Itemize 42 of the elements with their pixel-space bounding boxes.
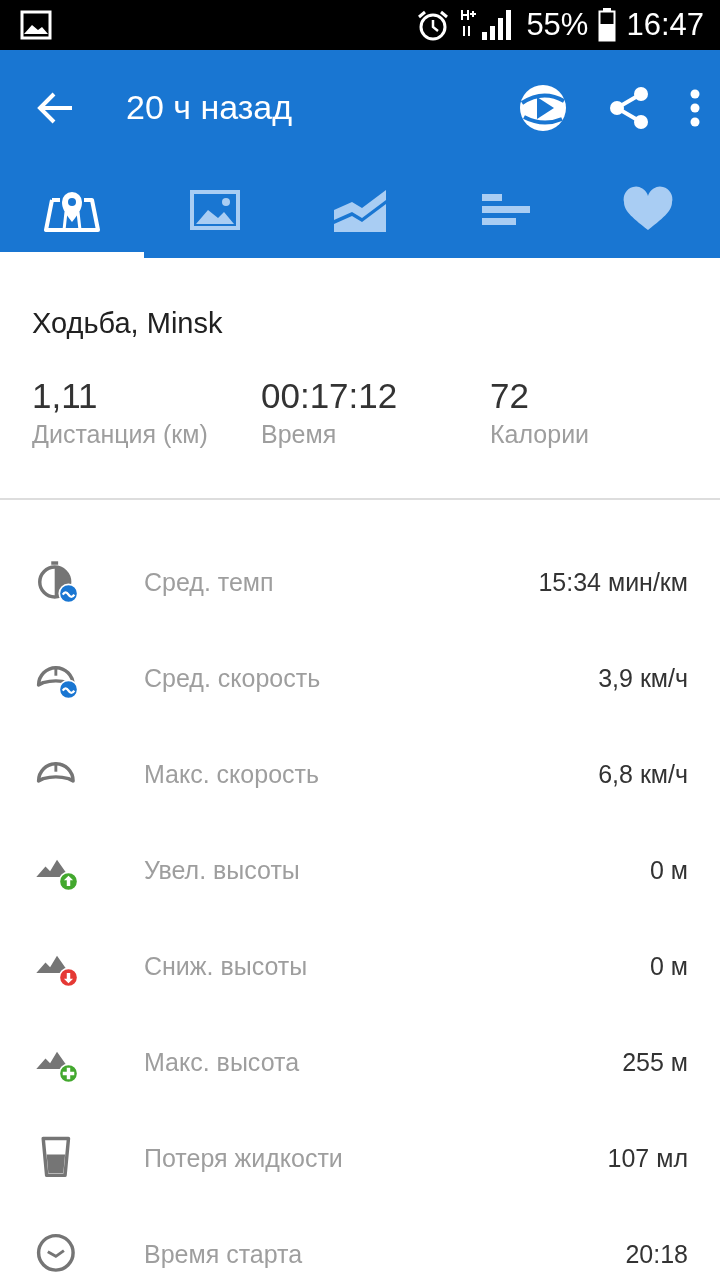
activity-title: Ходьба, Minsk <box>32 306 223 340</box>
stat-value: 107 мл <box>607 1143 688 1173</box>
stat-label: Сред. темп <box>144 567 275 597</box>
bar-list-icon <box>482 193 530 225</box>
stat-label: Макс. высота <box>144 1047 301 1077</box>
heart-icon <box>623 186 673 230</box>
battery-percent: 55% <box>526 7 589 43</box>
stat-label: Время старта <box>144 1239 304 1269</box>
back-arrow-icon <box>36 90 74 125</box>
summary-label: Время <box>261 420 338 449</box>
alarm-icon <box>416 9 451 41</box>
stat-label: Увел. высоты <box>144 855 301 885</box>
more-icon <box>690 88 700 127</box>
area-chart-icon <box>334 189 386 232</box>
share-icon <box>608 85 650 130</box>
summary-value: 00:17:12 <box>261 376 399 416</box>
map-pin-icon <box>44 191 100 232</box>
stat-label: Сниж. высоты <box>144 951 309 981</box>
image-icon <box>190 189 240 230</box>
more-button[interactable] <box>690 88 700 127</box>
stat-value: 0 м <box>649 951 688 981</box>
battery-icon <box>598 8 617 42</box>
stat-value: 20:18 <box>625 1239 688 1269</box>
stat-value: 6,8 км/ч <box>598 759 688 789</box>
stat-value: 0 м <box>649 855 688 885</box>
stat-value: 15:34 мин/км <box>538 567 688 597</box>
image-icon <box>20 10 52 40</box>
summary-value: 72 <box>490 376 530 416</box>
summary-label: Калории <box>490 420 590 449</box>
back-button[interactable] <box>36 90 74 125</box>
summary-label: Дистанция (км) <box>32 420 209 449</box>
stat-label: Сред. скорость <box>144 663 322 693</box>
stat-value: 3,9 км/ч <box>598 663 688 693</box>
toolbar-title: 20 ч назад <box>126 88 294 127</box>
summary-value: 1,11 <box>32 376 99 416</box>
stat-value: 255 м <box>622 1047 688 1077</box>
stat-label: Потеря жидкости <box>144 1143 344 1173</box>
share-button[interactable] <box>608 85 650 130</box>
play-globe-icon <box>518 82 568 133</box>
clock: 16:47 <box>626 7 704 43</box>
replay-button[interactable] <box>518 82 568 133</box>
stat-label: Макс. скорость <box>144 759 321 789</box>
